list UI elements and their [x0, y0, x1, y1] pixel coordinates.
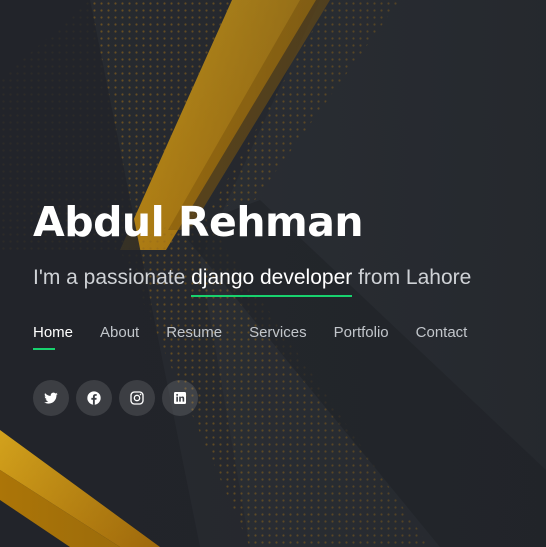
- hero-name: Abdul Rehman: [33, 198, 364, 246]
- hero-section: Abdul Rehman I'm a passionate django dev…: [33, 0, 543, 547]
- main-nav: Home About Resume Services Portfolio Con…: [33, 324, 467, 350]
- nav-services[interactable]: Services: [249, 324, 307, 350]
- nav-about[interactable]: About: [100, 324, 139, 350]
- tagline-prefix: I'm a passionate: [33, 266, 186, 289]
- instagram-link[interactable]: [119, 380, 155, 416]
- tagline-typed-text: django developer: [191, 266, 353, 297]
- twitter-icon: [44, 392, 58, 404]
- facebook-link[interactable]: [76, 380, 112, 416]
- social-links: [33, 380, 198, 416]
- facebook-icon: [87, 391, 101, 405]
- linkedin-icon: [174, 392, 186, 404]
- nav-portfolio[interactable]: Portfolio: [334, 324, 389, 350]
- tagline-suffix: from Lahore: [358, 266, 472, 289]
- instagram-icon: [130, 391, 144, 405]
- linkedin-link[interactable]: [162, 380, 198, 416]
- twitter-link[interactable]: [33, 380, 69, 416]
- hero-tagline: I'm a passionate django developer from L…: [33, 266, 472, 297]
- nav-home[interactable]: Home: [33, 324, 73, 350]
- nav-contact[interactable]: Contact: [416, 324, 468, 350]
- nav-resume[interactable]: Resume: [166, 324, 222, 350]
